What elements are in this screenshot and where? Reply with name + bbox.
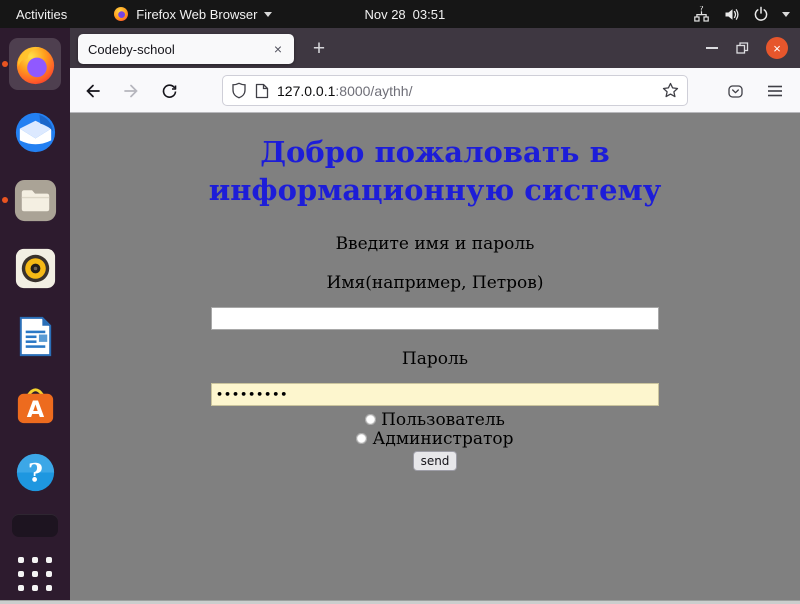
name-input[interactable] [211,307,659,330]
role-option-admin: Администратор [70,429,800,448]
url-path: :8000/aythh/ [335,83,412,99]
password-input[interactable] [211,383,659,406]
browser-tab[interactable]: Codeby-school × [78,34,294,64]
minimize-button[interactable] [706,47,718,49]
dock-item-libreoffice-writer[interactable] [9,310,61,362]
reload-button[interactable] [154,76,184,106]
tab-close-button[interactable]: × [272,41,284,57]
svg-text:?: ? [699,6,703,13]
restore-button[interactable] [735,41,749,55]
url-bar[interactable]: 127.0.0.1:8000/aythh/ [222,75,688,106]
software-briefcase-icon: A [12,381,59,428]
power-icon [753,6,769,22]
dock-item-rhythmbox[interactable] [9,242,61,294]
back-button[interactable] [78,76,108,106]
bookmark-star-icon[interactable] [662,82,679,99]
chevron-down-icon [264,12,272,17]
firefox-icon [12,41,59,88]
radio-user-label: Пользователь [381,410,505,430]
page-heading-line2: информационную систему [70,171,800,209]
svg-text:?: ? [28,458,43,488]
help-question-icon: ? [12,449,59,496]
network-icon: ? [693,6,710,23]
radio-user[interactable] [365,414,376,425]
top-panel: Activities Firefox Web Browser Nov 28 03… [0,0,800,28]
tab-bar: Codeby-school × + × [70,28,800,68]
activities-button[interactable]: Activities [12,5,71,24]
password-label: Пароль [70,349,800,369]
page-info-icon[interactable] [255,83,269,99]
firefox-mini-icon [113,6,129,22]
forward-button[interactable] [116,76,146,106]
window-close-button[interactable]: × [766,37,788,59]
page-heading-line1: Добро пожаловать в [70,133,800,171]
rhythmbox-speaker-icon [12,245,59,292]
url-host: 127.0.0.1 [277,83,335,99]
dock-item-help[interactable]: ? [9,446,61,498]
system-tray[interactable]: ? [693,0,790,28]
page-heading: Добро пожаловать в информационную систем… [70,133,800,209]
clock-time: 03:51 [413,7,446,22]
radio-admin[interactable] [356,433,367,444]
page-content: Добро пожаловать в информационную систем… [70,113,800,600]
dock-item-thunderbird[interactable] [9,106,61,158]
name-label: Имя(например, Петров) [70,273,800,293]
pocket-icon[interactable] [720,76,750,106]
app-menu-label: Firefox Web Browser [136,7,257,22]
menu-button[interactable] [760,76,790,106]
role-option-user: Пользователь [70,410,800,429]
send-button[interactable]: send [413,451,458,471]
shield-icon[interactable] [231,82,247,99]
intro-text: Введите имя и пароль [70,234,800,254]
writer-document-icon [12,313,59,360]
radio-admin-label: Администратор [372,429,513,449]
app-menu[interactable]: Firefox Web Browser [113,6,272,22]
tab-title: Codeby-school [88,42,272,57]
dock-item-firefox[interactable] [9,38,61,90]
dock-item-files[interactable] [9,174,61,226]
chevron-down-icon [782,12,790,17]
new-tab-button[interactable]: + [306,36,332,62]
clock-date: Nov 28 [364,7,405,22]
unknown-dark-app-icon[interactable] [12,514,58,537]
firefox-window: Codeby-school × + × [70,28,800,600]
navigation-toolbar: 127.0.0.1:8000/aythh/ [70,68,800,113]
thunderbird-icon [12,109,59,156]
desktop-bottom-edge [0,600,800,604]
dock: A ? [0,28,70,600]
clock[interactable]: Nov 28 03:51 [364,0,445,28]
svg-text:A: A [26,397,44,423]
files-folder-icon [12,177,59,224]
dock-item-ubuntu-software[interactable]: A [9,378,61,430]
show-applications-button[interactable] [13,553,57,595]
volume-icon [723,6,740,23]
